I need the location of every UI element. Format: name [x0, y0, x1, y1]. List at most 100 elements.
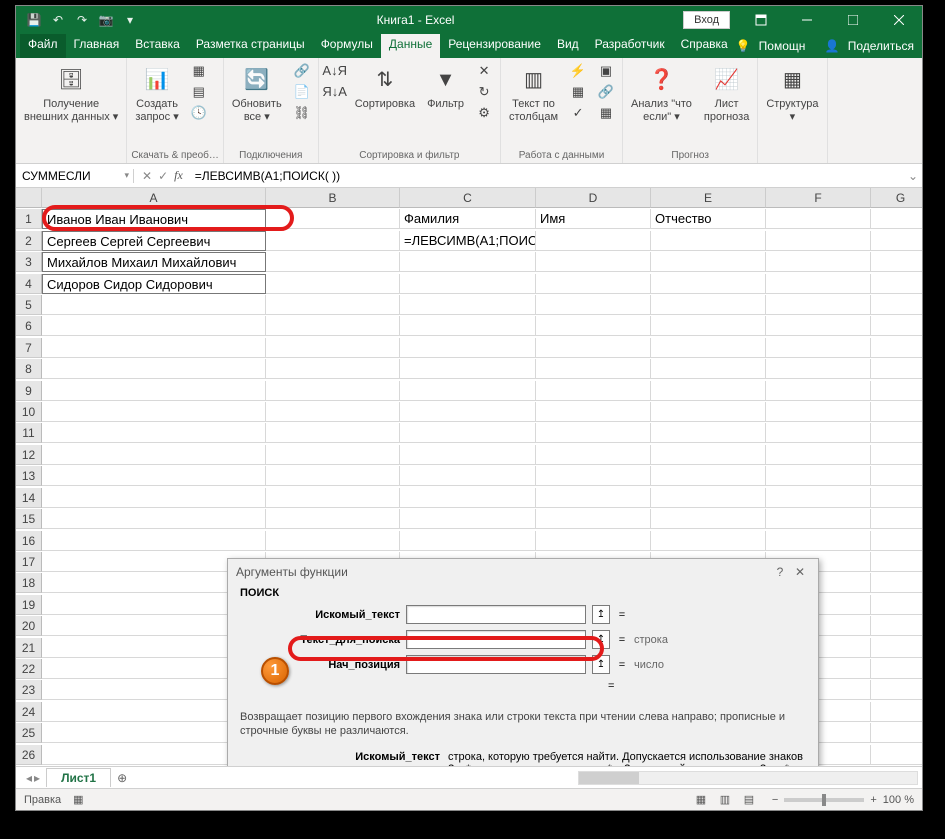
expand-formula-bar-icon[interactable]: ⌄: [904, 169, 922, 183]
row-header[interactable]: 18: [16, 573, 42, 593]
show-queries-button[interactable]: ▦: [187, 62, 211, 82]
row-header[interactable]: 8: [16, 359, 42, 379]
cell[interactable]: [651, 338, 766, 358]
cell[interactable]: [42, 466, 266, 486]
flash-fill-button[interactable]: ⚡: [566, 62, 590, 82]
cell[interactable]: [651, 359, 766, 379]
cell[interactable]: [766, 338, 871, 358]
reapply-button[interactable]: ↻: [472, 83, 496, 103]
name-box[interactable]: СУММЕСЛИ: [16, 169, 134, 183]
sheet-tab[interactable]: Лист1: [46, 768, 111, 787]
row-header[interactable]: 2: [16, 231, 42, 251]
row-header[interactable]: 10: [16, 402, 42, 422]
cell[interactable]: [871, 552, 922, 572]
row-header[interactable]: 12: [16, 445, 42, 465]
row-header[interactable]: 15: [16, 509, 42, 529]
share-icon[interactable]: 👤: [825, 39, 840, 53]
column-header[interactable]: A: [42, 188, 266, 208]
cell[interactable]: [400, 488, 536, 508]
cell[interactable]: [766, 402, 871, 422]
zoom-in-icon[interactable]: +: [870, 794, 876, 806]
cell[interactable]: [651, 231, 766, 251]
macro-record-icon[interactable]: ▦: [73, 793, 83, 806]
cell[interactable]: [42, 402, 266, 422]
cell[interactable]: [871, 252, 922, 272]
row-header[interactable]: 4: [16, 274, 42, 294]
cell[interactable]: [651, 466, 766, 486]
tab-home[interactable]: Главная: [66, 34, 128, 58]
tab-view[interactable]: Вид: [549, 34, 587, 58]
row-header[interactable]: 22: [16, 659, 42, 679]
cell[interactable]: [871, 295, 922, 315]
cell[interactable]: [536, 488, 651, 508]
recent-sources-button[interactable]: 🕓: [187, 104, 211, 124]
sort-button[interactable]: ⇅ Сортировка: [351, 62, 419, 113]
cell[interactable]: Имя: [536, 209, 651, 229]
cell[interactable]: [651, 402, 766, 422]
row-header[interactable]: 21: [16, 638, 42, 658]
horizontal-scrollbar[interactable]: [133, 771, 918, 785]
cell[interactable]: [871, 316, 922, 336]
properties-button[interactable]: 📄: [290, 83, 314, 103]
cell[interactable]: [400, 445, 536, 465]
cell[interactable]: [766, 295, 871, 315]
cell[interactable]: [266, 423, 400, 443]
cell[interactable]: [266, 445, 400, 465]
cell[interactable]: [266, 252, 400, 272]
row-header[interactable]: 5: [16, 295, 42, 315]
cell[interactable]: Фамилия: [400, 209, 536, 229]
row-header[interactable]: 14: [16, 488, 42, 508]
cell[interactable]: [651, 531, 766, 551]
cell[interactable]: [536, 359, 651, 379]
cell[interactable]: [266, 338, 400, 358]
row-header[interactable]: 19: [16, 595, 42, 615]
cell[interactable]: [536, 423, 651, 443]
arg3-ref-icon[interactable]: ↥: [592, 655, 610, 674]
clear-filter-button[interactable]: ✕: [472, 62, 496, 82]
cell[interactable]: [871, 509, 922, 529]
cell[interactable]: [42, 316, 266, 336]
cell[interactable]: [766, 509, 871, 529]
arg1-input[interactable]: [406, 605, 586, 624]
cell[interactable]: [651, 316, 766, 336]
cell[interactable]: [766, 423, 871, 443]
cell[interactable]: [871, 231, 922, 251]
forecast-sheet-button[interactable]: 📈 Лист прогноза: [700, 62, 753, 126]
cell[interactable]: [536, 509, 651, 529]
cell[interactable]: [42, 359, 266, 379]
tab-help[interactable]: Справка: [673, 34, 736, 58]
maximize-icon[interactable]: [830, 6, 876, 34]
cell[interactable]: [266, 531, 400, 551]
cell[interactable]: [400, 381, 536, 401]
tab-layout[interactable]: Разметка страницы: [188, 34, 313, 58]
data-validation-button[interactable]: ✓: [566, 104, 590, 124]
cell[interactable]: [871, 745, 922, 765]
cell[interactable]: [871, 402, 922, 422]
consolidate-button[interactable]: ▣: [594, 62, 618, 82]
select-all-cell[interactable]: [16, 188, 42, 208]
cell[interactable]: [400, 274, 536, 294]
cell[interactable]: [266, 466, 400, 486]
cell[interactable]: [651, 488, 766, 508]
cell[interactable]: [42, 445, 266, 465]
tab-data[interactable]: Данные: [381, 34, 440, 58]
row-header[interactable]: 6: [16, 316, 42, 336]
refresh-all-button[interactable]: 🔄 Обновить все ▾: [228, 62, 286, 126]
column-header[interactable]: F: [766, 188, 871, 208]
normal-view-icon[interactable]: ▦: [690, 792, 712, 808]
cell[interactable]: [400, 402, 536, 422]
cell[interactable]: [536, 466, 651, 486]
zoom-level[interactable]: 100 %: [883, 794, 914, 806]
cell[interactable]: [871, 338, 922, 358]
tab-insert[interactable]: Вставка: [127, 34, 188, 58]
cell[interactable]: [266, 231, 400, 251]
cell[interactable]: [536, 316, 651, 336]
cell[interactable]: [42, 531, 266, 551]
cell[interactable]: [42, 488, 266, 508]
cell[interactable]: [766, 531, 871, 551]
edit-links-button[interactable]: ⛓: [290, 104, 314, 124]
cell[interactable]: [536, 381, 651, 401]
spreadsheet-grid[interactable]: ABCDEFG1Иванов Иван ИвановичФамилияИмяОт…: [16, 188, 922, 766]
cell[interactable]: [871, 573, 922, 593]
arg1-ref-icon[interactable]: ↥: [592, 605, 610, 624]
